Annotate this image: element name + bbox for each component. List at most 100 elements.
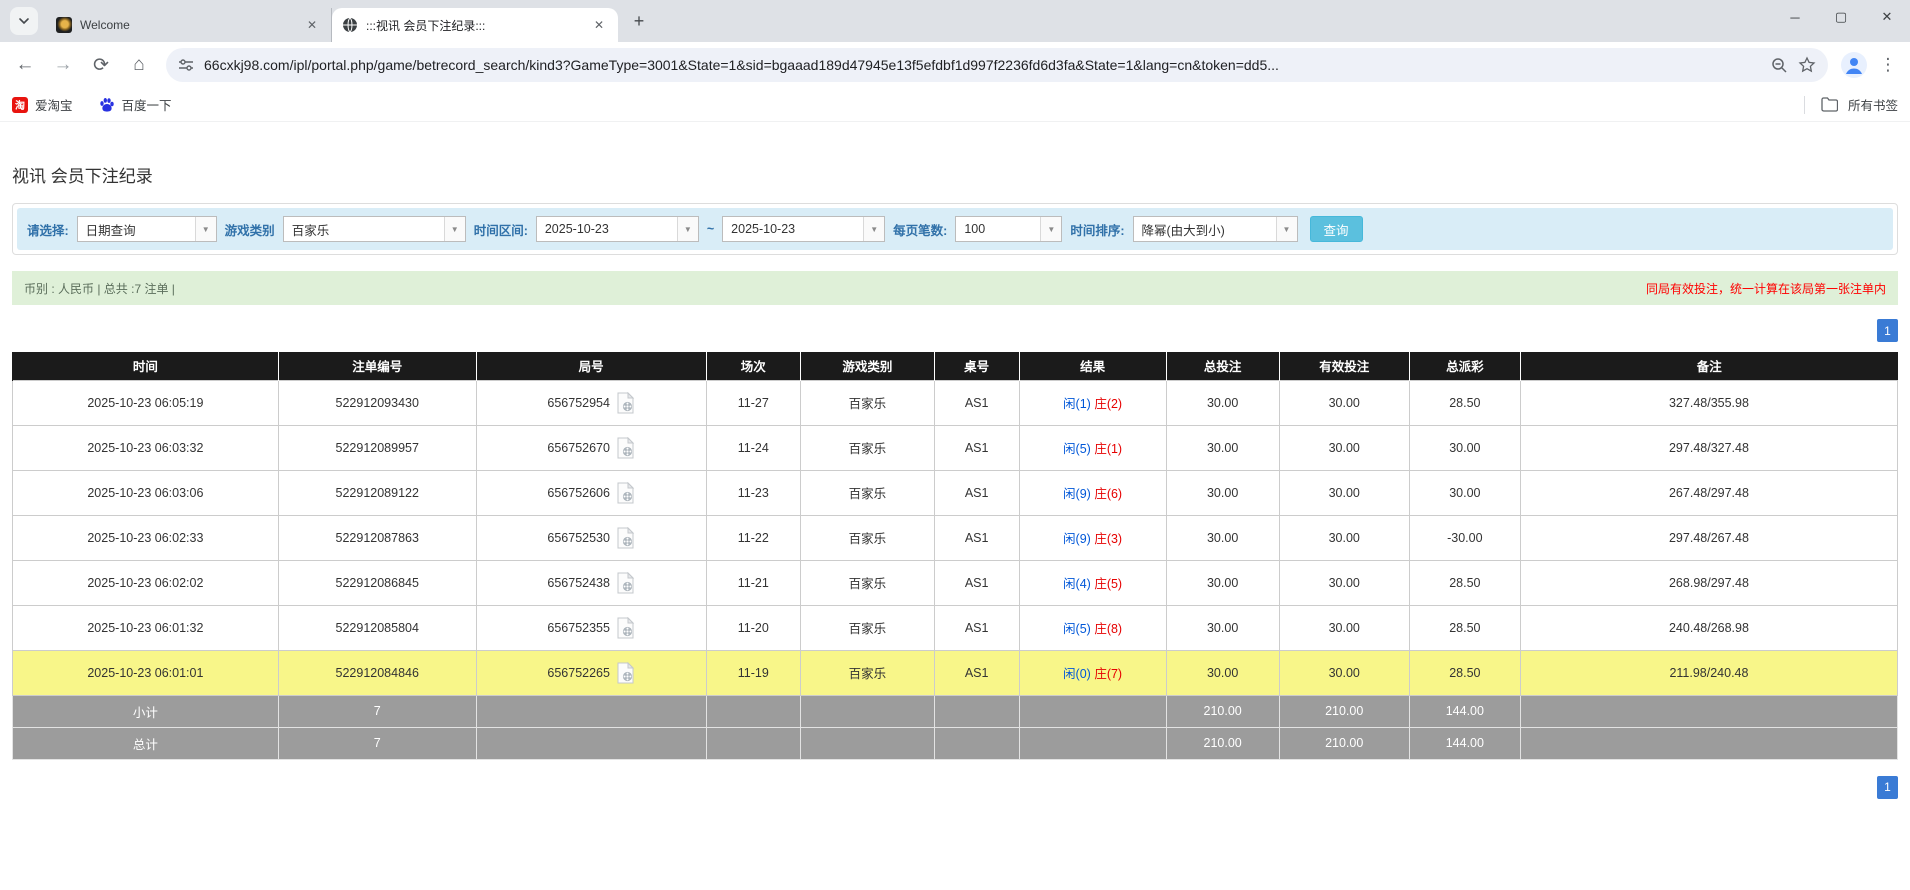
summary-bar: 币别 : 人民币 | 总共 :7 注单 | 同局有效投注，统一计算在该局第一张注… bbox=[12, 271, 1898, 305]
navigation-bar: ← → ⟳ ⌂ 66cxkj98.com/ipl/portal.php/game… bbox=[0, 42, 1910, 88]
empty-cell bbox=[476, 727, 706, 759]
date-to-select[interactable]: 2025-10-23 ▼ bbox=[722, 216, 885, 242]
close-tab-icon[interactable]: ✕ bbox=[303, 16, 321, 34]
result-cell: 闲(1) 庄(2) bbox=[1019, 380, 1166, 425]
bet-time: 2025-10-23 06:01:01 bbox=[13, 650, 279, 695]
result-player: 闲(9) bbox=[1063, 532, 1091, 546]
back-button[interactable]: ← bbox=[8, 48, 42, 82]
table-row: 2025-10-23 06:01:32522912085804656752355… bbox=[13, 605, 1898, 650]
table-row: 2025-10-23 06:03:06522912089122656752606… bbox=[13, 470, 1898, 515]
dropdown-arrow-icon: ▼ bbox=[863, 217, 884, 241]
tab-search-button[interactable] bbox=[10, 7, 38, 35]
page-button[interactable]: 1 bbox=[1877, 319, 1898, 342]
total-bet-link[interactable]: 30.00 bbox=[1166, 515, 1279, 560]
video-record-icon[interactable] bbox=[616, 482, 635, 504]
valid-bet: 30.00 bbox=[1279, 515, 1409, 560]
round-id-cell: 656752438 bbox=[476, 560, 706, 605]
video-record-icon[interactable] bbox=[616, 572, 635, 594]
video-record-icon[interactable] bbox=[616, 437, 635, 459]
tab-welcome[interactable]: Welcome ✕ bbox=[46, 8, 332, 42]
site-settings-icon[interactable] bbox=[178, 57, 194, 73]
table-number: AS1 bbox=[934, 425, 1019, 470]
all-bookmarks[interactable]: 所有书签 bbox=[1804, 95, 1898, 114]
game-type: 百家乐 bbox=[800, 650, 934, 695]
empty-cell bbox=[934, 727, 1019, 759]
window-controls: ─ ▢ ✕ bbox=[1772, 0, 1910, 34]
url-text[interactable]: 66cxkj98.com/ipl/portal.php/game/betreco… bbox=[204, 57, 1761, 73]
forward-button[interactable]: → bbox=[46, 48, 80, 82]
summary-payout: 144.00 bbox=[1409, 727, 1520, 759]
result-cell: 闲(9) 庄(6) bbox=[1019, 470, 1166, 515]
page-size-select[interactable]: 100 ▼ bbox=[955, 216, 1062, 242]
tab-title: Welcome bbox=[80, 18, 295, 32]
column-header: 桌号 bbox=[934, 352, 1019, 380]
session: 11-21 bbox=[706, 560, 800, 605]
browser-menu-icon[interactable]: ⋮ bbox=[1874, 55, 1902, 75]
filter-panel: 请选择: 日期查询 ▼ 游戏类别 百家乐 ▼ 时间区间: 2025-10-23 … bbox=[12, 203, 1898, 255]
total-bet-link[interactable]: 30.00 bbox=[1166, 560, 1279, 605]
total-bet-link[interactable]: 30.00 bbox=[1166, 650, 1279, 695]
close-tab-icon[interactable]: ✕ bbox=[590, 16, 608, 34]
sort-select[interactable]: 降幂(由大到小) ▼ bbox=[1133, 216, 1298, 242]
new-tab-button[interactable]: + bbox=[626, 8, 652, 34]
payout: 30.00 bbox=[1409, 470, 1520, 515]
home-button[interactable]: ⌂ bbox=[122, 48, 156, 82]
reload-button[interactable]: ⟳ bbox=[84, 48, 118, 82]
profile-avatar[interactable] bbox=[1838, 49, 1870, 81]
result-banker: 庄(6) bbox=[1094, 487, 1122, 501]
result-banker: 庄(8) bbox=[1094, 622, 1122, 636]
result-banker: 庄(5) bbox=[1094, 577, 1122, 591]
round-id-cell: 656752355 bbox=[476, 605, 706, 650]
total-bet-link[interactable]: 30.00 bbox=[1166, 605, 1279, 650]
column-header: 游戏类别 bbox=[800, 352, 934, 380]
search-button[interactable]: 查询 bbox=[1310, 216, 1363, 242]
query-type-select[interactable]: 日期查询 ▼ bbox=[77, 216, 217, 242]
result-player: 闲(5) bbox=[1063, 622, 1091, 636]
result-cell: 闲(5) 庄(8) bbox=[1019, 605, 1166, 650]
round-id-cell: 656752606 bbox=[476, 470, 706, 515]
note: 240.48/268.98 bbox=[1520, 605, 1897, 650]
round-id: 656752606 bbox=[547, 486, 610, 500]
bookmark-taobao[interactable]: 淘 爱淘宝 bbox=[12, 95, 73, 114]
welcome-favicon bbox=[56, 17, 72, 33]
game-type-select[interactable]: 百家乐 ▼ bbox=[283, 216, 466, 242]
zoom-out-icon[interactable] bbox=[1771, 57, 1788, 74]
maximize-button[interactable]: ▢ bbox=[1818, 0, 1864, 34]
session: 11-27 bbox=[706, 380, 800, 425]
dropdown-arrow-icon: ▼ bbox=[1276, 217, 1297, 241]
bookmark-baidu[interactable]: 百度一下 bbox=[99, 95, 172, 114]
total-bet-link[interactable]: 30.00 bbox=[1166, 380, 1279, 425]
close-window-button[interactable]: ✕ bbox=[1864, 0, 1910, 34]
address-bar[interactable]: 66cxkj98.com/ipl/portal.php/game/betreco… bbox=[166, 48, 1828, 82]
column-header: 总投注 bbox=[1166, 352, 1279, 380]
result-banker: 庄(7) bbox=[1094, 667, 1122, 681]
minimize-button[interactable]: ─ bbox=[1772, 0, 1818, 34]
bookmark-star-icon[interactable] bbox=[1798, 56, 1816, 74]
bookmarks-bar: 淘 爱淘宝 百度一下 所有书签 bbox=[0, 88, 1910, 122]
game-type-label: 游戏类别 bbox=[225, 220, 275, 239]
video-record-icon[interactable] bbox=[616, 527, 635, 549]
video-record-icon[interactable] bbox=[616, 662, 635, 684]
folder-icon bbox=[1821, 97, 1838, 112]
session: 11-23 bbox=[706, 470, 800, 515]
round-id-cell: 656752954 bbox=[476, 380, 706, 425]
sort-value: 降幂(由大到小) bbox=[1134, 217, 1276, 241]
tab-betrecord-active[interactable]: :::视讯 会员下注纪录::: ✕ bbox=[332, 8, 618, 42]
note: 268.98/297.48 bbox=[1520, 560, 1897, 605]
result-player: 闲(4) bbox=[1063, 577, 1091, 591]
subtotal-row: 小计7210.00210.00144.00 bbox=[13, 695, 1898, 727]
table-row: 2025-10-23 06:01:01522912084846656752265… bbox=[13, 650, 1898, 695]
column-header: 场次 bbox=[706, 352, 800, 380]
total-bet-link[interactable]: 30.00 bbox=[1166, 470, 1279, 515]
page-content: 视讯 会员下注纪录 请选择: 日期查询 ▼ 游戏类别 百家乐 ▼ 时间区间: 2… bbox=[0, 162, 1910, 799]
video-record-icon[interactable] bbox=[616, 617, 635, 639]
table-row: 2025-10-23 06:05:19522912093430656752954… bbox=[13, 380, 1898, 425]
video-record-icon[interactable] bbox=[616, 392, 635, 414]
date-from-select[interactable]: 2025-10-23 ▼ bbox=[536, 216, 699, 242]
column-header: 备注 bbox=[1520, 352, 1897, 380]
note: 211.98/240.48 bbox=[1520, 650, 1897, 695]
page-button[interactable]: 1 bbox=[1877, 776, 1898, 799]
result-cell: 闲(5) 庄(1) bbox=[1019, 425, 1166, 470]
total-bet-link[interactable]: 30.00 bbox=[1166, 425, 1279, 470]
summary-label: 小计 bbox=[13, 695, 279, 727]
